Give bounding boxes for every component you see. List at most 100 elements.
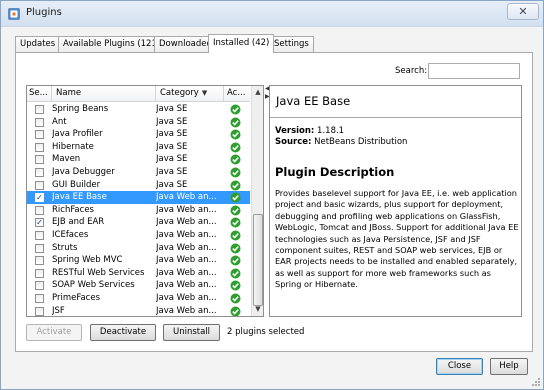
- plugin-name: Maven: [52, 154, 81, 165]
- plugin-name: JSF: [52, 305, 65, 316]
- table-row[interactable]: GUI Builder Java SE: [27, 179, 250, 192]
- green-check-icon: [230, 142, 241, 153]
- plugin-name: Java Debugger: [52, 167, 115, 177]
- row-checkbox[interactable]: [35, 256, 44, 266]
- row-checkbox[interactable]: [35, 180, 44, 190]
- plugin-description-text: Provides baselevel support for Java EE, …: [275, 188, 519, 290]
- window-title: Plugins: [26, 7, 62, 18]
- table-row[interactable]: Java Debugger Java SE: [27, 166, 250, 179]
- row-checkbox[interactable]: [35, 105, 44, 114]
- plugin-name: EJB and EAR: [52, 217, 105, 228]
- plugin-category: Java Web an...: [156, 255, 217, 266]
- table-row[interactable]: Hibernate Java SE: [27, 141, 250, 154]
- table-row[interactable]: ✓ EJB and EAR Java Web an...: [27, 216, 250, 229]
- plugin-category: Java Web an...: [156, 267, 217, 278]
- plugin-category: Java SE: [156, 141, 188, 152]
- green-check-icon: [230, 243, 241, 254]
- plugin-category: Java SE: [156, 116, 188, 127]
- green-check-icon: [230, 205, 241, 216]
- plugin-name: ICEfaces: [52, 230, 89, 240]
- close-button[interactable]: Close: [436, 358, 483, 375]
- row-checkbox[interactable]: ✓: [35, 193, 44, 203]
- column-header-category[interactable]: Category ▼: [156, 86, 224, 102]
- activate-button[interactable]: Activate: [26, 324, 82, 341]
- plugin-category: Java SE: [156, 129, 188, 140]
- installed-panel: Search: Se... Name Category ▼ Ac... Sprin…: [15, 52, 533, 352]
- plugin-category: Java Web an...: [156, 280, 217, 291]
- deactivate-button[interactable]: Deactivate: [90, 324, 156, 341]
- table-header: Se... Name Category ▼ Ac...: [27, 86, 250, 102]
- row-checkbox[interactable]: [35, 231, 44, 240]
- green-check-icon: [230, 117, 241, 128]
- column-header-select[interactable]: Se...: [27, 86, 52, 102]
- plugin-name: RichFaces: [52, 204, 94, 215]
- window-close-button[interactable]: ✕: [507, 3, 539, 20]
- green-check-icon: [230, 180, 241, 191]
- table-row[interactable]: Ant Java SE: [27, 116, 250, 129]
- row-checkbox[interactable]: [35, 155, 44, 165]
- row-checkbox[interactable]: [35, 142, 44, 152]
- tab-settings[interactable]: Settings: [269, 36, 314, 52]
- selection-status: 2 plugins selected: [227, 327, 305, 337]
- table-row[interactable]: Spring Beans Java SE: [27, 103, 250, 116]
- table-row[interactable]: PrimeFaces Java Web an...: [27, 292, 250, 305]
- green-check-icon: [230, 192, 241, 203]
- table-row[interactable]: Java Profiler Java SE: [27, 128, 250, 141]
- column-header-name[interactable]: Name: [52, 86, 156, 102]
- close-icon: ✕: [518, 5, 528, 18]
- row-checkbox[interactable]: ✓: [35, 218, 44, 228]
- row-checkbox[interactable]: [35, 130, 44, 140]
- table-row[interactable]: SOAP Web Services Java Web an...: [27, 279, 250, 292]
- plugin-meta: Version: 1.18.1 Source: NetBeans Distrib…: [275, 126, 408, 147]
- green-check-icon: [230, 255, 241, 266]
- plugin-category: Java Web an...: [156, 305, 217, 316]
- plugin-name: SOAP Web Services: [52, 280, 135, 291]
- tab-installed[interactable]: Installed (42): [208, 34, 275, 53]
- tab-available-plugins[interactable]: Available Plugins (121): [58, 36, 166, 52]
- green-check-icon: [230, 280, 241, 291]
- scrollbar-thumb[interactable]: [253, 214, 263, 306]
- plugins-icon: [8, 8, 20, 20]
- plugin-version: 1.18.1: [317, 126, 345, 136]
- table-row[interactable]: Struts Java Web an...: [27, 242, 250, 255]
- row-checkbox[interactable]: [35, 243, 44, 253]
- plugin-category: Java SE: [156, 154, 188, 165]
- plugin-name: PrimeFaces: [52, 293, 100, 303]
- plugin-name: RESTful Web Services: [52, 267, 145, 278]
- row-checkbox[interactable]: [35, 205, 44, 215]
- plugin-category: Java Web an...: [156, 293, 217, 303]
- plugin-title: Java EE Base: [270, 86, 521, 118]
- uninstall-button[interactable]: Uninstall: [163, 324, 220, 341]
- green-check-icon: [230, 154, 241, 165]
- row-checkbox[interactable]: [35, 268, 44, 278]
- row-checkbox[interactable]: [35, 306, 44, 316]
- plugin-name: Spring Beans: [52, 104, 109, 114]
- table-row[interactable]: Maven Java SE: [27, 153, 250, 166]
- table-row[interactable]: RESTful Web Services Java Web an...: [27, 267, 250, 280]
- search-input[interactable]: [428, 63, 520, 79]
- help-button[interactable]: Help: [490, 358, 528, 375]
- row-checkbox[interactable]: [35, 281, 44, 291]
- scroll-down-icon[interactable]: ▼: [252, 303, 263, 316]
- row-checkbox[interactable]: [35, 168, 44, 177]
- row-checkbox[interactable]: [35, 117, 44, 127]
- table-row[interactable]: RichFaces Java Web an...: [27, 204, 250, 217]
- plugin-name: GUI Builder: [52, 179, 101, 190]
- table-row[interactable]: ✓ Java EE Base Java Web an...: [27, 191, 250, 204]
- table-row[interactable]: Spring Web MVC Java Web an...: [27, 254, 250, 267]
- column-header-active[interactable]: Ac...: [224, 86, 250, 102]
- table-row[interactable]: JSF Java Web an...: [27, 305, 250, 316]
- title-bar[interactable]: Plugins ✕: [1, 1, 543, 27]
- tab-updates[interactable]: Updates: [15, 36, 61, 52]
- green-check-icon: [230, 293, 241, 304]
- table-row[interactable]: ICEfaces Java Web an...: [27, 229, 250, 242]
- plugin-name: Spring Web MVC: [52, 255, 123, 266]
- plugin-source: NetBeans Distribution: [314, 137, 408, 147]
- green-check-icon: [230, 230, 241, 241]
- row-checkbox[interactable]: [35, 294, 44, 303]
- table-scrollbar[interactable]: ▲ ▼: [251, 86, 263, 316]
- plugin-name: Java Profiler: [52, 129, 103, 140]
- green-check-icon: [230, 129, 241, 140]
- resize-grip-icon[interactable]: [531, 377, 541, 387]
- scroll-up-icon[interactable]: ▲: [252, 86, 263, 99]
